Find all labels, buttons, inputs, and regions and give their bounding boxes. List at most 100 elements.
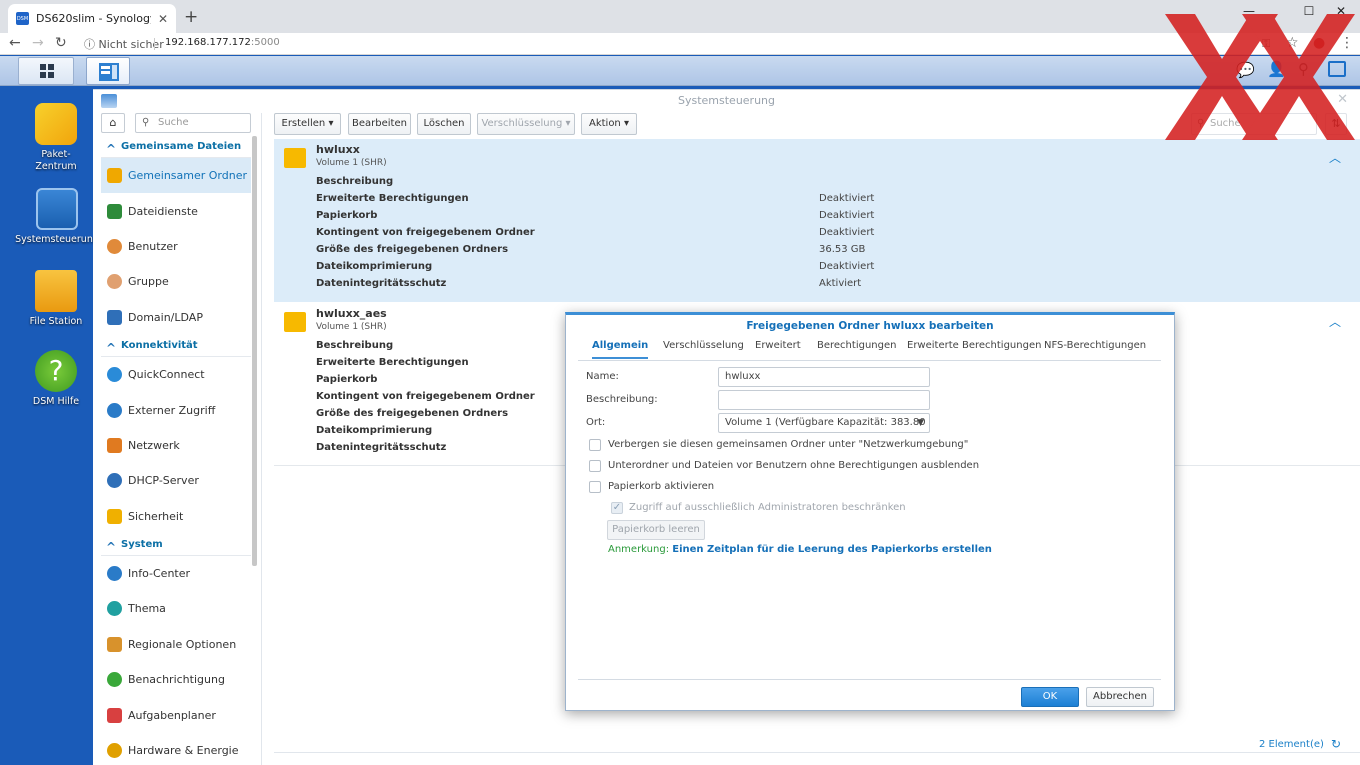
sidebar-item-file-services[interactable]: Dateidienste <box>101 193 251 228</box>
edit-label: Bearbeiten <box>352 118 407 129</box>
forward-icon[interactable]: → <box>32 33 44 55</box>
action-button[interactable]: Aktion ▾ <box>581 113 637 135</box>
sidebar-item-label: Dateidienste <box>128 204 198 218</box>
prop-label: Datenintegritätsschutz <box>316 442 447 453</box>
package-center-icon <box>35 103 77 145</box>
empty-recycle-bin-button[interactable]: Papierkorb leeren <box>607 520 705 540</box>
footer-divider <box>274 752 1360 753</box>
sidebar-item-notification[interactable]: Benachrichtigung <box>101 662 251 697</box>
chat-icon <box>107 672 122 688</box>
dsm-taskbar: 💬 👤 ⚲ <box>0 56 1360 86</box>
cancel-button[interactable]: Abbrechen <box>1086 687 1154 707</box>
desktop-icon-package-center[interactable]: Paket- Zentrum <box>15 103 97 172</box>
dialog-footer-divider <box>578 679 1161 680</box>
address-bar[interactable]: 192.168.177.172:5000 <box>165 37 280 48</box>
prop-label: Beschreibung <box>316 176 394 187</box>
control-panel-taskbar-icon <box>99 63 119 81</box>
sidebar-item-dhcp-server[interactable]: DHCP-Server <box>101 463 251 498</box>
section-header-shared-files[interactable]: Gemeinsame Dateien <box>101 136 251 160</box>
hide-subfolders-checkbox[interactable] <box>589 460 601 472</box>
tab-permissions[interactable]: Berechtigungen <box>817 340 896 359</box>
tab-advanced-permissions[interactable]: Erweiterte Berechtigungen <box>907 340 1041 359</box>
sidebar-item-label: Gemeinsamer Ordner <box>128 169 248 183</box>
sidebar-item-hardware-power[interactable]: Hardware & Energie <box>101 733 251 765</box>
close-tab-icon[interactable]: ✕ <box>158 12 168 26</box>
sidebar-item-user[interactable]: Benutzer <box>101 229 251 264</box>
prop-label: Kontingent von freigegebenem Ordner <box>316 391 535 402</box>
ok-button[interactable]: OK <box>1021 687 1079 707</box>
sidebar-item-external-access[interactable]: Externer Zugriff <box>101 392 251 427</box>
prop-value: Deaktiviert <box>819 261 875 272</box>
admin-only-checkbox[interactable]: ✓ <box>611 502 623 514</box>
prop-value: Deaktiviert <box>819 210 875 221</box>
note-prefix: Anmerkung: <box>608 544 670 555</box>
desktop-icon-file-station[interactable]: File Station <box>15 270 97 328</box>
desktop-icon-help[interactable]: ? DSM Hilfe <box>15 350 97 408</box>
domain-icon <box>107 309 122 325</box>
url-host: 192.168.177.172 <box>165 37 251 48</box>
tab-divider <box>578 360 1161 361</box>
hide-network-checkbox[interactable] <box>589 439 601 451</box>
sidebar-item-quickconnect[interactable]: QuickConnect <box>101 357 251 392</box>
recycle-bin-checkbox[interactable] <box>589 481 601 493</box>
create-button[interactable]: Erstellen ▾ <box>274 113 341 135</box>
section-header-connectivity[interactable]: Konnektivität <box>101 335 251 359</box>
sidebar-item-shared-folder[interactable]: Gemeinsamer Ordner <box>101 158 251 194</box>
edit-button[interactable]: Bearbeiten <box>348 113 411 135</box>
prop-label: Dateikomprimierung <box>316 425 433 436</box>
encryption-button[interactable]: Verschlüsselung ▾ <box>477 113 575 135</box>
action-label: Aktion <box>588 118 621 129</box>
control-panel-label: Systemsteuerung <box>15 234 99 245</box>
sidebar-item-label: Benutzer <box>128 239 178 253</box>
tab-advanced[interactable]: Erweitert <box>755 340 801 359</box>
home-button[interactable]: ⌂ <box>101 113 125 133</box>
section-header-system[interactable]: System <box>101 534 251 558</box>
browser-tab[interactable]: DSM DS620slim - Synology NAS ✕ <box>8 4 176 33</box>
sidebar-item-regional-options[interactable]: Regionale Optionen <box>101 627 251 662</box>
new-tab-icon[interactable]: + <box>184 8 198 26</box>
folder-row-hwluxx[interactable]: hwluxx Volume 1 (SHR) Beschreibung Erwei… <box>274 139 1360 302</box>
location-label: Ort: <box>586 417 606 428</box>
back-icon[interactable]: ← <box>9 33 21 55</box>
sidebar-item-theme[interactable]: Thema <box>101 591 251 626</box>
sidebar-item-info-center[interactable]: Info-Center <box>101 556 251 591</box>
sidebar-item-network[interactable]: Netzwerk <box>101 428 251 463</box>
description-field[interactable] <box>718 390 930 410</box>
sidebar-scrollbar[interactable] <box>252 136 257 566</box>
prop-label: Papierkorb <box>316 374 378 385</box>
collapse-icon[interactable]: ︿ <box>1329 313 1341 330</box>
tab-nfs-permissions[interactable]: NFS-Berechtigungen <box>1044 340 1146 359</box>
schedule-link[interactable]: Einen Zeitplan für die Leerung des Papie… <box>672 544 992 555</box>
delete-button[interactable]: Löschen <box>417 113 471 135</box>
security-indicator[interactable]: ⓘ Nicht sicher <box>84 36 164 52</box>
sidebar-item-security[interactable]: Sicherheit <box>101 499 251 534</box>
refresh-icon[interactable]: ↻ <box>1331 737 1341 751</box>
recycle-bin-label: Papierkorb aktivieren <box>608 481 715 492</box>
tab-encryption[interactable]: Verschlüsselung <box>663 340 744 359</box>
taskbar-control-panel[interactable] <box>86 57 130 85</box>
reload-icon[interactable]: ↻ <box>55 33 67 55</box>
location-value: Volume 1 (Verfügbare Kapazität: 383.80 G… <box>725 417 930 428</box>
sidebar-search-input[interactable]: ⚲ Suche <box>135 113 251 133</box>
quickconnect-icon <box>107 367 122 383</box>
location-select[interactable]: Volume 1 (Verfügbare Kapazität: 383.80 G… <box>718 413 930 433</box>
caret-down-icon: ▾ <box>565 118 571 129</box>
dhcp-icon <box>107 473 122 489</box>
sidebar-item-domain-ldap[interactable]: Domain/LDAP <box>101 300 251 335</box>
main-menu-button[interactable] <box>18 57 74 85</box>
collapse-icon[interactable]: ︿ <box>1329 149 1341 166</box>
globe-icon <box>107 402 122 418</box>
note: Anmerkung: Einen Zeitplan für die Leerun… <box>608 544 992 555</box>
sidebar-item-group[interactable]: Gruppe <box>101 264 251 299</box>
prop-label: Erweiterte Berechtigungen <box>316 357 469 368</box>
desktop-icon-control-panel[interactable]: Systemsteuerung <box>15 188 99 246</box>
file-station-icon <box>35 270 77 312</box>
shared-folder-icon <box>284 148 306 168</box>
tab-general[interactable]: Allgemein <box>592 340 649 359</box>
help-label: DSM Hilfe <box>32 396 80 407</box>
dsm-favicon-icon: DSM <box>16 12 29 25</box>
sidebar-item-task-scheduler[interactable]: Aufgabenplaner <box>101 697 251 732</box>
folder-name: hwluxx <box>316 143 360 156</box>
user-icon <box>107 238 122 254</box>
name-field[interactable]: hwluxx <box>718 367 930 387</box>
